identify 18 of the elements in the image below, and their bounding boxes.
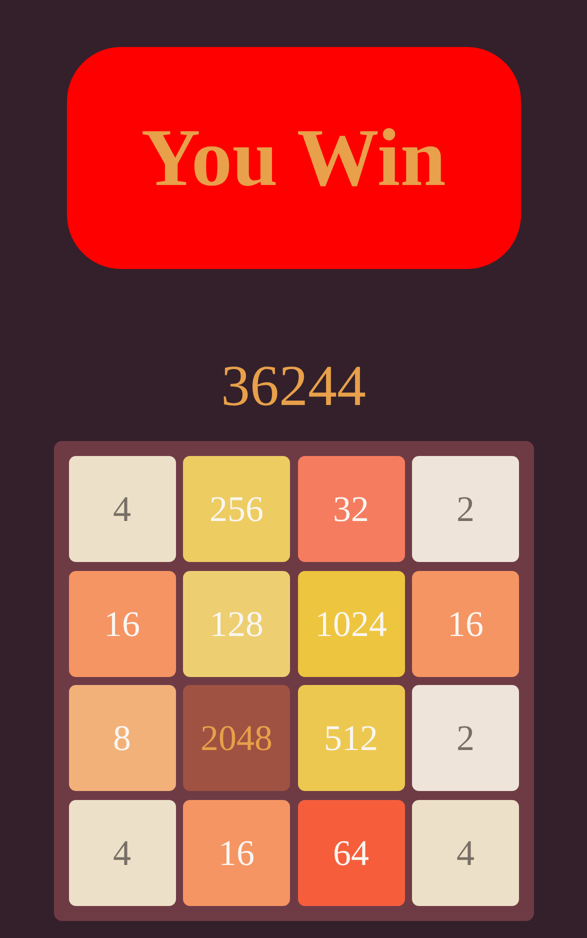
tile: 8 [68,685,176,791]
tile: 128 [183,570,290,676]
tile: 16 [183,800,290,906]
score: 36244 [221,352,366,420]
tile: 4 [68,800,176,906]
tile: 4 [412,800,519,906]
tile: 16 [68,570,176,676]
win-banner: You Win [66,47,520,269]
tile: 2048 [183,685,290,791]
tile: 256 [183,456,290,562]
tile: 4 [68,456,176,562]
tile: 512 [298,685,404,791]
tile: 2 [412,685,519,791]
tile: 64 [298,800,404,906]
tile: 32 [298,456,404,562]
tile: 16 [412,570,519,676]
tile: 2 [412,456,519,562]
tile: 1024 [298,570,404,676]
